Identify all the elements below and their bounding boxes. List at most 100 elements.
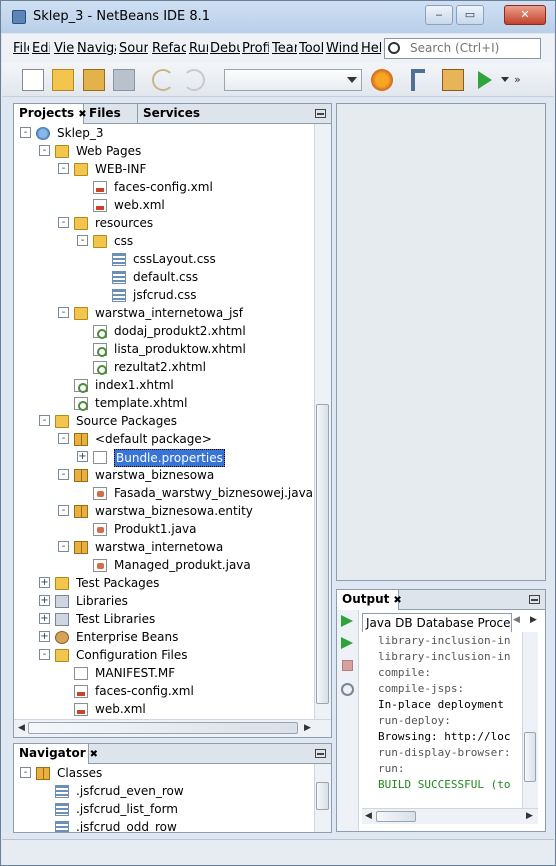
- tree-node[interactable]: - warstwa_internetowa_jsf: [14, 304, 314, 322]
- tree-node[interactable]: - Configuration Files: [14, 646, 314, 664]
- tree-node[interactable]: + Bundle.properties: [14, 448, 314, 467]
- tab-files[interactable]: Files: [84, 104, 137, 124]
- output-subtab-java-db[interactable]: Java DB Database Proces...: [362, 613, 512, 632]
- tree-node[interactable]: Fasada_warstwy_biznesowej.java: [14, 484, 314, 502]
- menu-run[interactable]: Run: [189, 41, 208, 56]
- new-project-icon[interactable]: [52, 69, 74, 91]
- menu-view[interactable]: View: [54, 41, 74, 56]
- expand-icon[interactable]: +: [39, 631, 50, 642]
- save-all-icon[interactable]: [113, 69, 135, 91]
- tree-node[interactable]: - warstwa_internetowa: [14, 538, 314, 556]
- tree-node[interactable]: jsfcrud.css: [14, 286, 314, 304]
- close-button[interactable]: ✕: [504, 5, 546, 25]
- scrollbar-thumb[interactable]: [524, 732, 536, 782]
- expand-icon[interactable]: +: [39, 613, 50, 624]
- navigator-vertical-scrollbar[interactable]: [314, 764, 331, 832]
- tree-node[interactable]: index1.xhtml: [14, 376, 314, 394]
- tree-node[interactable]: Managed_produkt.java: [14, 556, 314, 574]
- tree-node[interactable]: - Source Packages: [14, 412, 314, 430]
- menu-source[interactable]: Source: [119, 41, 148, 56]
- scrollbar-thumb[interactable]: [316, 404, 329, 704]
- tab-output[interactable]: Output ✖: [337, 590, 402, 610]
- stop-icon[interactable]: [342, 660, 353, 671]
- tab-navigator[interactable]: Navigator ✖: [14, 744, 98, 764]
- clean-build-icon[interactable]: [442, 69, 464, 91]
- collapse-icon[interactable]: -: [58, 541, 69, 552]
- tree-node[interactable]: - Web Pages: [14, 142, 314, 160]
- scroll-right-icon[interactable]: ▶: [526, 811, 533, 821]
- tree-node[interactable]: - resources: [14, 214, 314, 232]
- tree-node[interactable]: - WEB-INF: [14, 160, 314, 178]
- tree-node[interactable]: faces-config.xml: [14, 682, 314, 700]
- configuration-combo[interactable]: [224, 69, 362, 91]
- scroll-left-icon[interactable]: ◀: [18, 723, 25, 733]
- menu-help[interactable]: Help: [361, 41, 381, 56]
- projects-vertical-scrollbar[interactable]: [314, 124, 331, 719]
- menu-window[interactable]: Window: [326, 41, 359, 56]
- collapse-icon[interactable]: -: [20, 127, 31, 138]
- collapse-icon[interactable]: -: [58, 505, 69, 516]
- tree-node[interactable]: + Enterprise Beans: [14, 628, 314, 646]
- close-icon[interactable]: ✖: [393, 595, 401, 606]
- collapse-icon[interactable]: -: [77, 235, 88, 246]
- minimize-panel-icon[interactable]: [529, 595, 540, 604]
- minimize-button[interactable]: ‒: [425, 5, 453, 25]
- collapse-icon[interactable]: -: [58, 217, 69, 228]
- rerun-icon[interactable]: [341, 615, 353, 627]
- scroll-left-icon[interactable]: ◀: [365, 811, 372, 821]
- redo-icon[interactable]: [183, 69, 205, 91]
- menu-debug[interactable]: Debug: [210, 41, 240, 56]
- search-input[interactable]: [410, 41, 538, 55]
- tree-node[interactable]: - css: [14, 232, 314, 250]
- subtab-scroll-right-icon[interactable]: ▶: [530, 615, 537, 625]
- tree-node[interactable]: - warstwa_biznesowa.entity: [14, 502, 314, 520]
- tree-node[interactable]: - <default package>: [14, 430, 314, 448]
- rerun-with-params-icon[interactable]: [341, 637, 353, 649]
- scroll-right-icon[interactable]: ▶: [304, 723, 311, 733]
- tree-node[interactable]: .jsfcrud_odd_row: [14, 818, 314, 832]
- minimize-panel-icon[interactable]: [315, 109, 326, 118]
- tree-node[interactable]: + Test Libraries: [14, 610, 314, 628]
- tree-node[interactable]: dodaj_produkt2.xhtml: [14, 322, 314, 340]
- maximize-button[interactable]: ▭: [456, 5, 484, 25]
- scrollbar-thumb[interactable]: [316, 782, 329, 810]
- collapse-icon[interactable]: -: [39, 649, 50, 660]
- tree-node[interactable]: default.css: [14, 268, 314, 286]
- tree-node[interactable]: Produkt1.java: [14, 520, 314, 538]
- title-bar[interactable]: Sklep_3 - NetBeans IDE 8.1 ‒ ▭ ✕: [1, 1, 555, 33]
- tree-node[interactable]: lista_produktow.xhtml: [14, 340, 314, 358]
- tree-node[interactable]: web.xml: [14, 196, 314, 214]
- collapse-icon[interactable]: -: [58, 163, 69, 174]
- open-project-icon[interactable]: [83, 69, 105, 91]
- output-vertical-scrollbar[interactable]: [522, 632, 538, 808]
- search-box[interactable]: [384, 38, 541, 59]
- tree-node[interactable]: rezultat2.xhtml: [14, 358, 314, 376]
- hscrollbar-thumb[interactable]: [376, 811, 416, 822]
- new-file-icon[interactable]: [22, 69, 44, 91]
- menu-tools[interactable]: Tools: [299, 41, 323, 56]
- undo-icon[interactable]: [152, 69, 174, 91]
- tree-node[interactable]: - Classes: [14, 764, 314, 782]
- tree-node[interactable]: .jsfcrud_list_form: [14, 800, 314, 818]
- menu-profile[interactable]: Profile: [242, 41, 269, 56]
- tree-node[interactable]: - Sklep_3: [14, 124, 314, 142]
- projects-horizontal-scrollbar[interactable]: ◀ ▶: [14, 719, 331, 737]
- tree-node[interactable]: cssLayout.css: [14, 250, 314, 268]
- tree-node[interactable]: faces-config.xml: [14, 178, 314, 196]
- tree-node[interactable]: .jsfcrud_even_row: [14, 782, 314, 800]
- tab-projects[interactable]: Projects ✖: [14, 104, 87, 124]
- hscrollbar-thumb[interactable]: [28, 722, 298, 734]
- tree-node[interactable]: web.xml: [14, 700, 314, 718]
- run-icon[interactable]: [478, 71, 492, 89]
- settings-icon[interactable]: [341, 683, 354, 696]
- collapse-icon[interactable]: -: [58, 469, 69, 480]
- output-text-area[interactable]: library-inclusion-in library-inclusion-in…: [378, 631, 522, 805]
- menu-refactor[interactable]: Refactor: [152, 41, 186, 56]
- tree-node[interactable]: + Libraries: [14, 592, 314, 610]
- close-icon[interactable]: ✖: [90, 749, 98, 760]
- tree-node[interactable]: MANIFEST.MF: [14, 664, 314, 682]
- expand-icon[interactable]: +: [77, 451, 88, 462]
- menu-navigate[interactable]: Navigate: [77, 41, 116, 56]
- collapse-icon[interactable]: -: [58, 433, 69, 444]
- build-hammer-icon[interactable]: [411, 69, 425, 91]
